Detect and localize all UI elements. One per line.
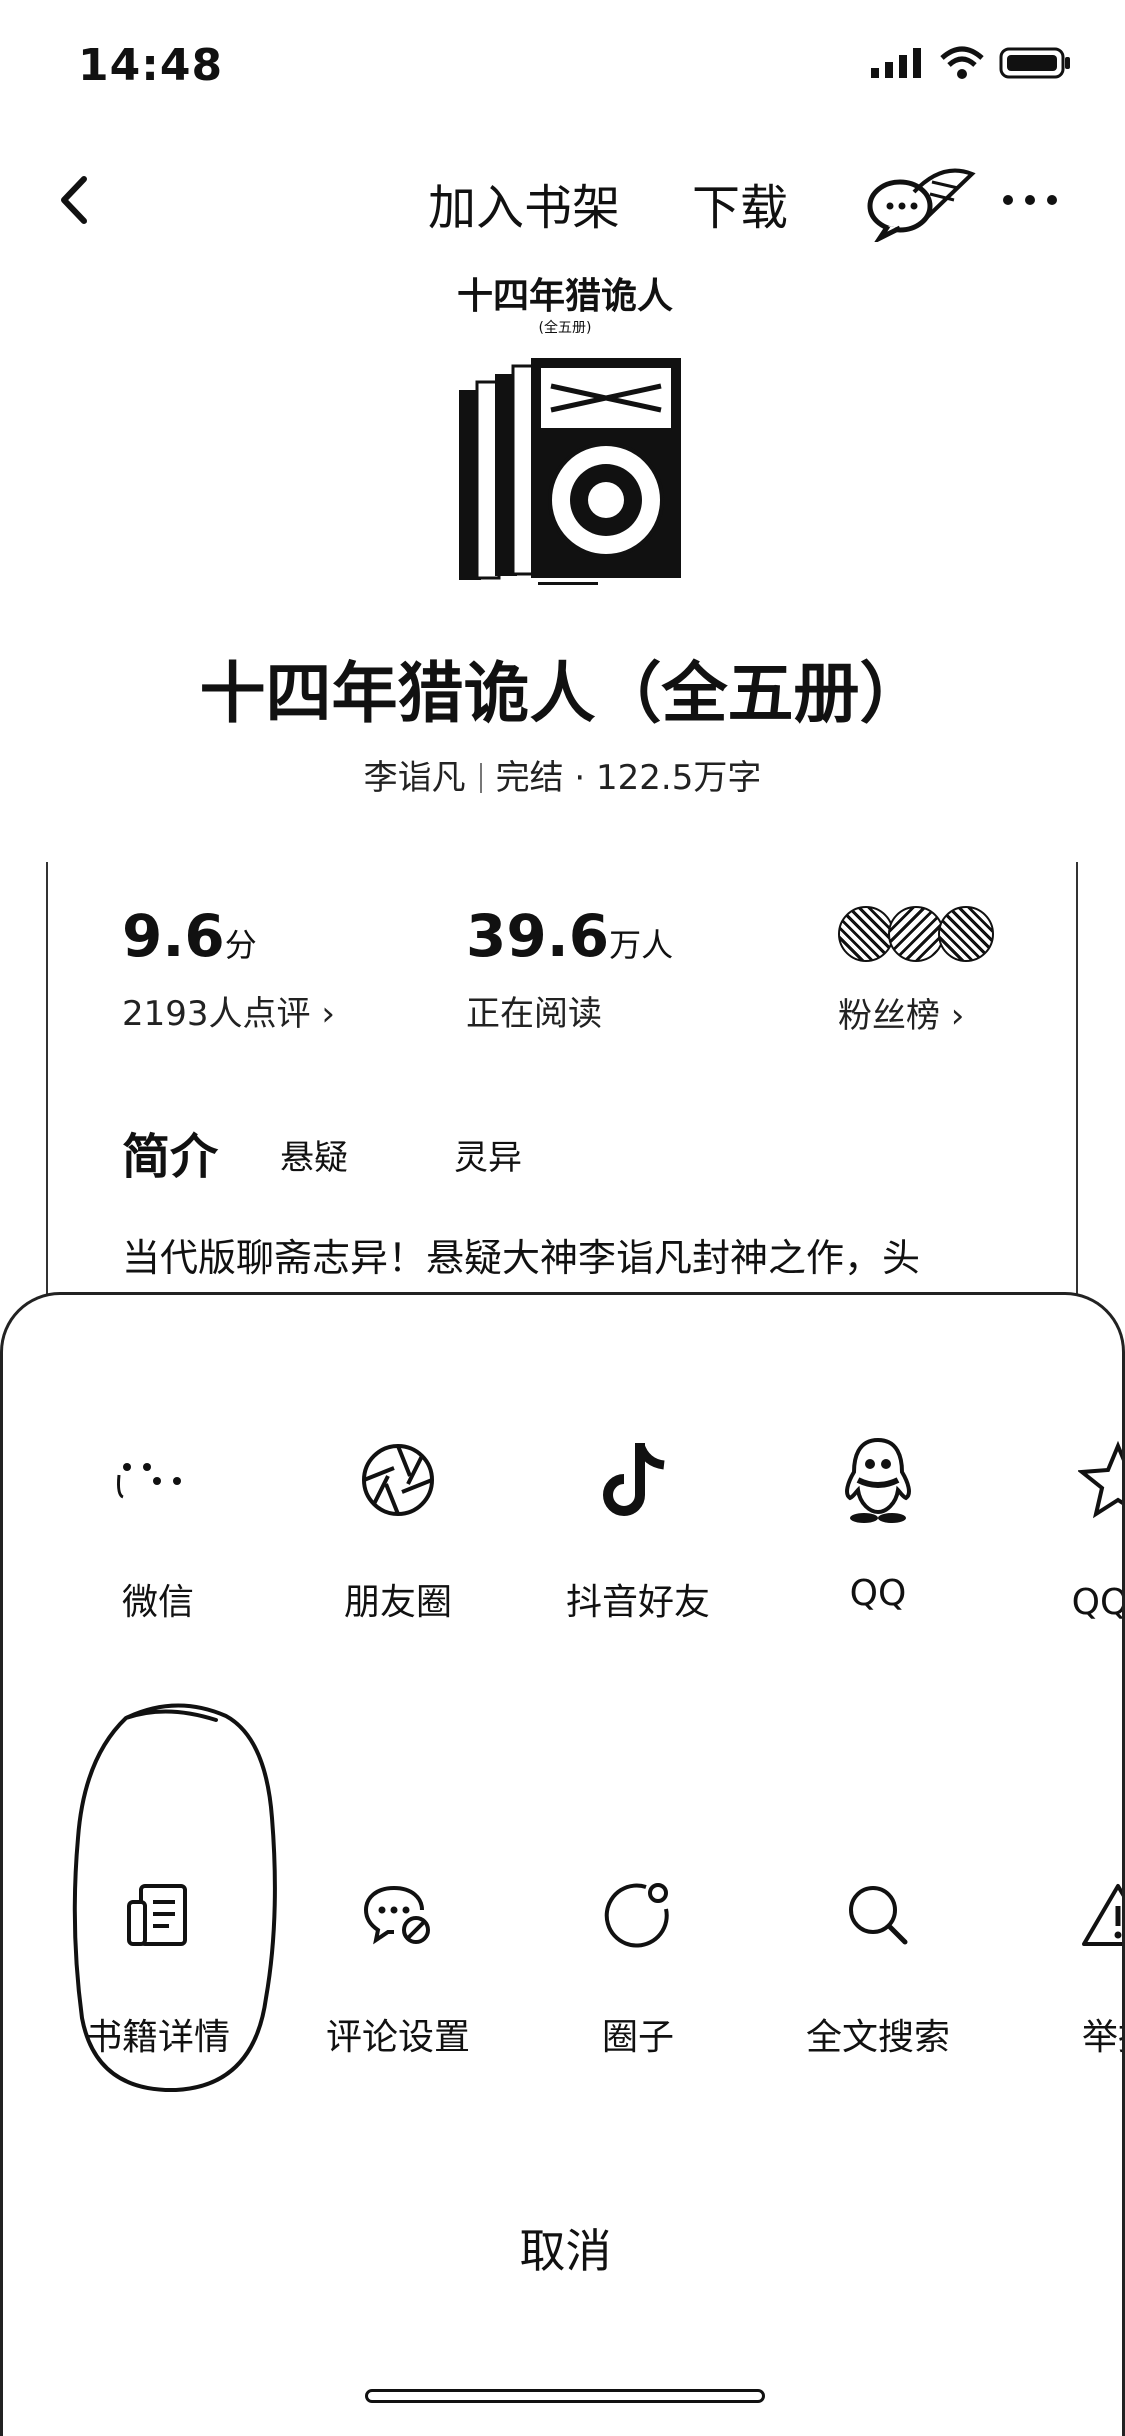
moments-icon [362, 1444, 434, 1516]
douyin-icon [603, 1443, 665, 1516]
wifi-icon [940, 46, 984, 79]
intro-heading: 简介 [122, 1129, 219, 1185]
nav-bar: 加入书架 下载 [0, 150, 1125, 250]
comment-settings-label: 评论设置 [325, 2017, 470, 2058]
book-detail-label: 书籍详情 [85, 2017, 230, 2058]
full-text-search-label: 全文搜索 [805, 2017, 950, 2058]
book-info-card: 9.6分 2193人点评 › 39.6万人 正在阅读 粉丝榜 › 简介 悬疑 灵… [46, 862, 1078, 1342]
share-qzone-button[interactable]: QQ空 [998, 1425, 1122, 1625]
book-cover[interactable]: 十四年猎诡人 (全五册) [420, 262, 710, 602]
avatar [888, 906, 944, 962]
book-detail-button[interactable]: 书籍详情 [38, 1860, 278, 2060]
tag-suspense[interactable]: 悬疑 [280, 1130, 348, 1179]
cover-subtitle: (全五册) [538, 320, 592, 336]
back-button[interactable] [40, 165, 110, 235]
share-sheet: 微信 朋友圈 抖音好友 QQ Q 书籍详情 评论设置 圈子 全文搜索 举 取消 [0, 1292, 1125, 2436]
book-title: 十四年猎诡人（全五册） [199, 655, 926, 732]
share-douyin-label: 抖音好友 [565, 1582, 710, 1623]
rating-unit: 分 [224, 926, 257, 964]
wechat-icon [117, 1463, 181, 1499]
report-label: 举报 [1081, 2017, 1122, 2058]
full-text-search-button[interactable]: 全文搜索 [758, 1860, 998, 2060]
avatar [838, 906, 894, 962]
circle-button[interactable]: 圈子 [518, 1860, 758, 2060]
share-moments-label: 朋友圈 [343, 1582, 452, 1623]
share-qq-button[interactable]: QQ [758, 1425, 998, 1614]
add-to-shelf-button[interactable]: 加入书架 [428, 168, 620, 238]
download-button[interactable]: 下载 [692, 168, 788, 238]
rating-value: 9.6 [122, 902, 225, 970]
book-detail-icon [127, 1884, 187, 1946]
author-link[interactable]: 李诣凡 [364, 758, 466, 798]
battery-icon [999, 47, 1070, 79]
fans-ranking[interactable]: 粉丝榜 › [838, 902, 1008, 1037]
status-time: 14:48 [78, 40, 224, 91]
book-set-image [459, 358, 681, 580]
comment-settings-button[interactable]: 评论设置 [278, 1860, 518, 2060]
home-indicator [365, 2389, 765, 2403]
status-icons [869, 46, 1073, 80]
circle-icon [604, 1883, 669, 1948]
meta-divider [479, 763, 482, 793]
fans-ranking-label[interactable]: 粉丝榜 › [838, 988, 1008, 1037]
share-moments-button[interactable]: 朋友圈 [278, 1425, 518, 1625]
fan-avatars [838, 902, 1008, 972]
readers-unit: 万人 [609, 926, 674, 964]
share-wechat-button[interactable]: 微信 [38, 1425, 278, 1625]
qzone-icon [1078, 1440, 1122, 1519]
rating-stat[interactable]: 9.6分 2193人点评 › [122, 902, 335, 1035]
book-status: 完结 · 122.5万字 [495, 758, 762, 798]
rating-count-link[interactable]: 2193人点评 › [122, 986, 335, 1035]
report-button[interactable]: 举报 [998, 1860, 1122, 2060]
search-icon [849, 1886, 908, 1945]
more-icon[interactable] [998, 180, 1062, 220]
tag-supernatural[interactable]: 灵异 [454, 1130, 522, 1179]
readers-stat: 39.6万人 正在阅读 [466, 902, 673, 1035]
readers-label: 正在阅读 [466, 994, 602, 1034]
publisher-mark [538, 582, 598, 592]
signal-icon [871, 48, 921, 78]
status-bar: 14:48 [0, 0, 1125, 130]
chat-icon[interactable] [862, 162, 982, 242]
readers-value: 39.6 [466, 902, 610, 970]
intro-text[interactable]: 当代版聊斋志异！悬疑大神李诣凡封神之作，头 [122, 1227, 920, 1282]
share-douyin-button[interactable]: 抖音好友 [518, 1425, 758, 1625]
report-icon [1082, 1884, 1122, 1946]
book-meta: 李诣凡 完结 · 122.5万字 [0, 750, 1125, 799]
share-qq-label: QQ [849, 1573, 907, 1614]
share-wechat-label: 微信 [121, 1582, 194, 1623]
qq-icon [845, 1437, 911, 1523]
avatar [938, 906, 994, 962]
comment-settings-icon [363, 1886, 430, 1945]
circle-label: 圈子 [601, 2017, 674, 2058]
cover-title: 十四年猎诡人 [456, 275, 673, 317]
share-qzone-label: QQ空 [1071, 1582, 1122, 1623]
cancel-button[interactable]: 取消 [3, 2215, 1122, 2281]
